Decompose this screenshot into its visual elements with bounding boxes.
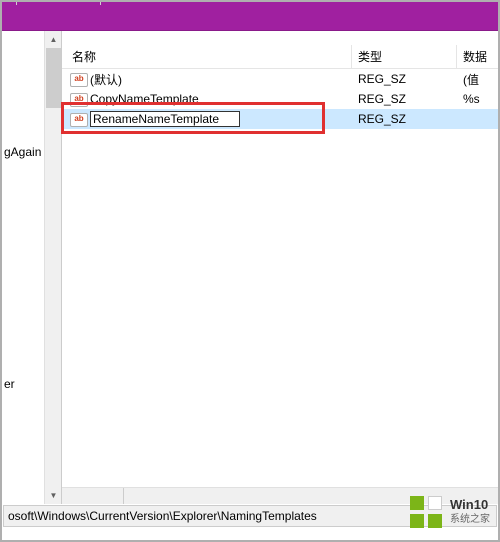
window-title-bar <box>0 0 500 31</box>
string-value-icon <box>70 91 86 107</box>
value-type: REG_SZ <box>352 72 457 86</box>
value-data: (值 <box>457 71 500 88</box>
column-header-data[interactable]: 数据 <box>457 45 500 68</box>
tree-panel: gAgain er ▲ ▼ <box>0 31 62 504</box>
value-type: REG_SZ <box>352 112 457 126</box>
string-value-icon <box>70 71 86 87</box>
column-header-name[interactable]: 名称 <box>62 45 352 68</box>
value-name: (默认) <box>90 71 122 88</box>
list-header: 名称 类型 数据 <box>62 45 500 69</box>
list-body: (默认) REG_SZ (值 CopyNameTemplate REG_SZ %… <box>62 69 500 504</box>
list-row[interactable]: (默认) REG_SZ (值 <box>62 69 500 89</box>
scroll-up-button[interactable]: ▲ <box>45 31 62 48</box>
values-list-panel: 名称 类型 数据 (默认) REG_SZ (值 CopyNameTemplate… <box>62 31 500 504</box>
list-row[interactable]: CopyNameTemplate REG_SZ %s <box>62 89 500 109</box>
watermark-title: Win10 <box>450 497 490 512</box>
main-content: gAgain er ▲ ▼ 名称 类型 数据 (默认) REG_SZ (值 <box>0 31 500 504</box>
value-name: CopyNameTemplate <box>90 92 199 106</box>
column-header-type[interactable]: 类型 <box>352 45 457 68</box>
scroll-thumb[interactable] <box>46 48 61 108</box>
list-row-selected[interactable]: REG_SZ <box>62 109 500 129</box>
watermark-logo-icon <box>408 494 444 530</box>
vertical-scrollbar[interactable]: ▲ ▼ <box>44 31 61 504</box>
watermark-subtitle: 系统之家 <box>450 512 490 527</box>
value-data: %s <box>457 92 500 106</box>
value-type: REG_SZ <box>352 92 457 106</box>
watermark: Win10 系统之家 <box>408 494 490 530</box>
rename-input[interactable] <box>90 111 240 127</box>
scroll-down-button[interactable]: ▼ <box>45 487 62 504</box>
string-value-icon <box>70 111 86 127</box>
